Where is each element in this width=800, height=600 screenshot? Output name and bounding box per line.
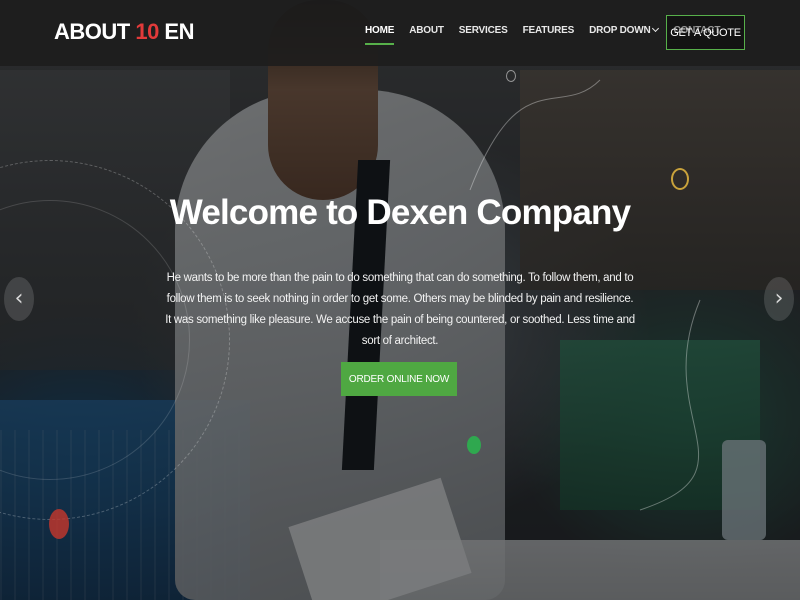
- nav-item-dropdown[interactable]: DROP DOWN: [589, 24, 660, 36]
- order-online-button[interactable]: ORDER ONLINE NOW: [341, 362, 457, 396]
- site-header: ABOUT 10 EN HOME ABOUT SERVICES FEATURES…: [0, 0, 800, 66]
- brand-logo-suffix: EN: [158, 19, 194, 44]
- nav-item-services[interactable]: SERVICES: [459, 25, 508, 36]
- chevron-right-icon: ›: [774, 286, 784, 311]
- brand-logo-prefix: ABOUT: [54, 19, 136, 44]
- hero-description: He wants to be more than the pain to do …: [165, 272, 635, 347]
- nav-item-about[interactable]: ABOUT: [409, 25, 444, 36]
- nav-item-dropdown-label: DROP DOWN: [589, 25, 651, 36]
- get-a-quote-button[interactable]: GET A QUOTE: [666, 15, 745, 50]
- nav-item-home[interactable]: HOME: [365, 25, 395, 45]
- slider-prev-button[interactable]: ‹: [4, 277, 34, 321]
- chevron-down-icon: [652, 24, 660, 33]
- hero-title: Welcome to Dexen Company: [169, 193, 631, 232]
- nav-item-features[interactable]: FEATURES: [523, 25, 575, 36]
- chevron-left-icon: ‹: [14, 286, 24, 311]
- slider-next-button[interactable]: ›: [764, 277, 794, 321]
- brand-logo-accent: 10: [135, 19, 159, 44]
- brand-logo[interactable]: ABOUT 10 EN: [54, 19, 195, 45]
